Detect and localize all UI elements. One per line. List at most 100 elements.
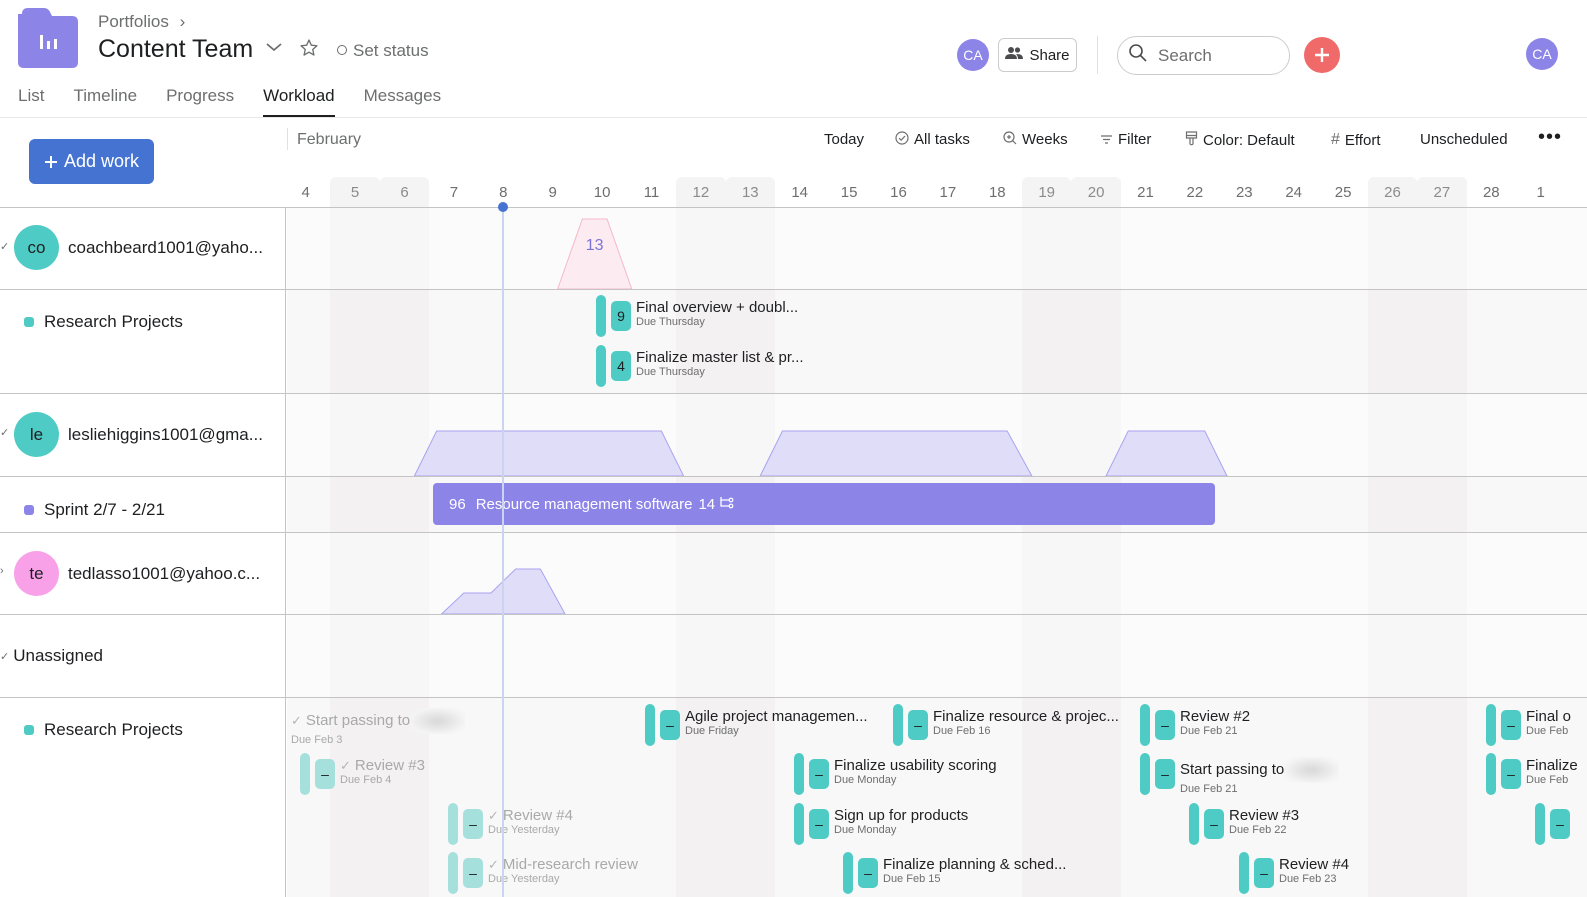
task-due-date: Due Monday: [834, 824, 897, 836]
task-card[interactable]: – Start passing to Due Feb 21: [1140, 753, 1340, 795]
share-button[interactable]: Share: [998, 38, 1077, 72]
task-name: Review #3: [1229, 807, 1300, 824]
workload-block[interactable]: [413, 430, 685, 477]
task-drag-handle[interactable]: [596, 295, 606, 337]
person-row[interactable]: ✓ le lesliehiggins1001@gma...: [0, 393, 286, 476]
task-card[interactable]: ✓ Start passing to Due Feb 3: [291, 704, 466, 746]
completed-check-icon: ✓: [340, 758, 351, 773]
today-button[interactable]: Today: [824, 131, 864, 148]
tab-list[interactable]: List: [18, 84, 44, 117]
tab-workload[interactable]: Workload: [263, 84, 335, 117]
task-card[interactable]: – Review #4 Due Feb 23: [1239, 852, 1349, 894]
day-label: 24: [1285, 184, 1303, 201]
person-row[interactable]: ✓ co coachbeard1001@yaho...: [0, 207, 286, 289]
task-card[interactable]: – Finalize resource & projec... Due Feb …: [893, 704, 1119, 746]
task-drag-handle[interactable]: [843, 852, 853, 894]
add-work-button[interactable]: Add work: [29, 139, 154, 184]
task-drag-handle[interactable]: [794, 803, 804, 845]
quick-add-button[interactable]: [1304, 37, 1340, 73]
breadcrumb-portfolios[interactable]: Portfolios: [98, 12, 169, 31]
task-effort: –: [1204, 809, 1224, 839]
task-due-date: Due Feb 15: [883, 873, 941, 885]
task-drag-handle[interactable]: [448, 852, 458, 894]
tab-progress[interactable]: Progress: [166, 84, 234, 117]
search-input[interactable]: Search: [1117, 36, 1290, 75]
task-card[interactable]: – Finalize Due Feb: [1486, 753, 1578, 795]
task-drag-handle[interactable]: [300, 753, 310, 795]
task-card[interactable]: – Sign up for products Due Monday: [794, 803, 968, 845]
unscheduled-button[interactable]: Unscheduled: [1420, 131, 1508, 148]
task-due-date: Due Feb 21: [1180, 783, 1238, 795]
zoom-in-icon: [1003, 131, 1017, 148]
task-due-date: Due Feb 23: [1279, 873, 1337, 885]
task-card[interactable]: – Final o Due Feb: [1486, 704, 1571, 746]
task-card[interactable]: – Finalize usability scoring Due Monday: [794, 753, 997, 795]
task-card[interactable]: – Finalize planning & sched... Due Feb 1…: [843, 852, 1066, 894]
day-label: 14: [791, 184, 809, 201]
task-card[interactable]: – Agile project managemen... Due Friday: [645, 704, 868, 746]
day-label: 6: [400, 184, 409, 201]
chevron-right-icon[interactable]: ›: [0, 565, 4, 577]
person-name: tedlasso1001@yahoo.c...: [68, 564, 261, 583]
chevron-down-icon[interactable]: ✓: [0, 240, 9, 253]
user-avatar[interactable]: CA: [1526, 38, 1558, 70]
all-tasks-button[interactable]: All tasks: [895, 131, 970, 148]
day-label: 19: [1038, 184, 1056, 201]
day-label: 10: [593, 184, 611, 201]
redacted-text: [1284, 757, 1340, 783]
task-drag-handle[interactable]: [1189, 803, 1199, 845]
breadcrumb[interactable]: Portfolios ›: [98, 12, 185, 32]
favorite-star-icon[interactable]: [299, 38, 319, 64]
task-drag-handle[interactable]: [1535, 803, 1545, 845]
workload-block[interactable]: [1105, 430, 1228, 477]
tab-messages[interactable]: Messages: [364, 84, 441, 117]
task-card[interactable]: – Review #3 Due Feb 22: [1189, 803, 1299, 845]
project-name: Research Projects: [44, 312, 183, 331]
task-card[interactable]: –: [1535, 803, 1575, 845]
task-drag-handle[interactable]: [1140, 753, 1150, 795]
day-label: 28: [1482, 184, 1500, 201]
task-drag-handle[interactable]: [596, 345, 606, 387]
workload-peak-label: 13: [585, 237, 604, 254]
tab-timeline[interactable]: Timeline: [73, 84, 137, 117]
search-icon: [1128, 43, 1148, 68]
task-drag-handle[interactable]: [1486, 753, 1496, 795]
project-label[interactable]: Sprint 2/7 - 2/21: [24, 500, 165, 520]
workload-block[interactable]: [759, 430, 1033, 477]
filter-button[interactable]: Filter: [1100, 131, 1151, 148]
project-label[interactable]: Research Projects: [24, 720, 183, 740]
task-name: Finalize usability scoring: [834, 757, 997, 774]
task-card[interactable]: – ✓ Review #4 Due Yesterday: [448, 803, 573, 845]
task-card[interactable]: – ✓ Mid-research review Due Yesterday: [448, 852, 638, 894]
people-column: ✓ co coachbeard1001@yaho... Research Pro…: [0, 207, 286, 897]
task-drag-handle[interactable]: [1486, 704, 1496, 746]
project-label[interactable]: Research Projects: [24, 312, 183, 332]
task-drag-handle[interactable]: [1239, 852, 1249, 894]
task-card[interactable]: 4 Finalize master list & pr... Due Thurs…: [596, 345, 804, 387]
task-card[interactable]: 9 Final overview + doubl... Due Thursday: [596, 295, 798, 337]
task-due-date: Due Yesterday: [488, 824, 560, 836]
member-avatar[interactable]: CA: [957, 39, 989, 71]
task-card[interactable]: – Review #2 Due Feb 21: [1140, 704, 1250, 746]
person-row[interactable]: › te tedlasso1001@yahoo.c...: [0, 532, 286, 614]
task-drag-handle[interactable]: [794, 753, 804, 795]
task-card[interactable]: – ✓ Review #3 Due Feb 4: [300, 753, 425, 795]
task-name: Finalize planning & sched...: [883, 856, 1067, 873]
weeks-zoom-button[interactable]: Weeks: [1003, 131, 1068, 148]
title-dropdown-chevron-icon[interactable]: [265, 40, 283, 58]
task-drag-handle[interactable]: [448, 803, 458, 845]
task-drag-handle[interactable]: [893, 704, 903, 746]
chevron-down-icon[interactable]: ✓: [0, 426, 9, 439]
more-options-icon[interactable]: •••: [1538, 126, 1562, 149]
set-status-button[interactable]: Set status: [337, 41, 429, 61]
unassigned-group[interactable]: ✓ Unassigned: [0, 646, 103, 666]
effort-button[interactable]: # Effort: [1331, 131, 1380, 149]
task-drag-handle[interactable]: [1140, 704, 1150, 746]
color-button[interactable]: Color: Default: [1185, 131, 1295, 149]
task-effort: –: [463, 858, 483, 888]
project-bar[interactable]: 96 Resource management software 14: [433, 483, 1215, 525]
task-drag-handle[interactable]: [645, 704, 655, 746]
hash-icon: #: [1331, 131, 1340, 148]
month-separator: [287, 128, 288, 150]
task-effort: –: [1155, 759, 1175, 789]
